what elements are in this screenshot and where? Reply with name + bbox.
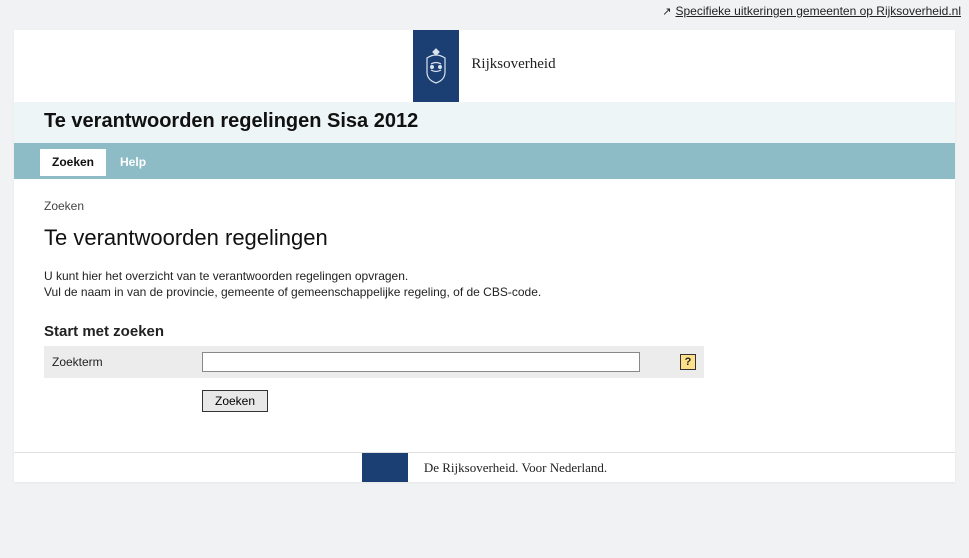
content: Zoeken Te verantwoorden regelingen U kun… — [14, 179, 955, 452]
content-heading: Te verantwoorden regelingen — [44, 225, 925, 251]
search-label: Zoekterm — [52, 355, 202, 369]
nav-band: Zoeken Help — [14, 143, 955, 179]
external-link[interactable]: Specifieke uitkeringen gemeenten op Rijk… — [675, 4, 961, 18]
rijksoverheid-logo-icon — [413, 30, 459, 102]
intro-text: U kunt hier het overzicht van te verantw… — [44, 269, 925, 299]
top-link-row: ↗ Specifieke uitkeringen gemeenten op Rij… — [0, 0, 969, 18]
search-form-row: Zoekterm ? — [44, 346, 704, 378]
search-button[interactable]: Zoeken — [202, 390, 268, 412]
tab-zoeken[interactable]: Zoeken — [40, 149, 106, 176]
intro-line-2: Vul de naam in van de provincie, gemeent… — [44, 285, 925, 299]
tabs: Zoeken Help — [40, 149, 955, 176]
intro-line-1: U kunt hier het overzicht van te verantw… — [44, 269, 925, 283]
page-title: Te verantwoorden regelingen Sisa 2012 — [44, 110, 925, 133]
form-section-title: Start met zoeken — [44, 323, 925, 340]
logo-text: Rijksoverheid — [471, 56, 555, 73]
breadcrumb: Zoeken — [44, 199, 925, 213]
logo-block: Rijksoverheid — [413, 30, 555, 102]
footer: De Rijksoverheid. Voor Nederland. — [14, 452, 955, 482]
search-input[interactable] — [202, 352, 640, 372]
help-icon[interactable]: ? — [680, 354, 696, 370]
title-band: Te verantwoorden regelingen Sisa 2012 — [14, 102, 955, 143]
tab-help[interactable]: Help — [108, 149, 158, 176]
page-card: Rijksoverheid Te verantwoorden regelinge… — [14, 30, 955, 482]
external-link-icon: ↗ — [662, 5, 671, 18]
footer-logo-block-icon — [362, 453, 408, 482]
button-row: Zoeken — [202, 390, 925, 412]
footer-text: De Rijksoverheid. Voor Nederland. — [424, 460, 607, 476]
header-logo-area: Rijksoverheid — [14, 30, 955, 102]
